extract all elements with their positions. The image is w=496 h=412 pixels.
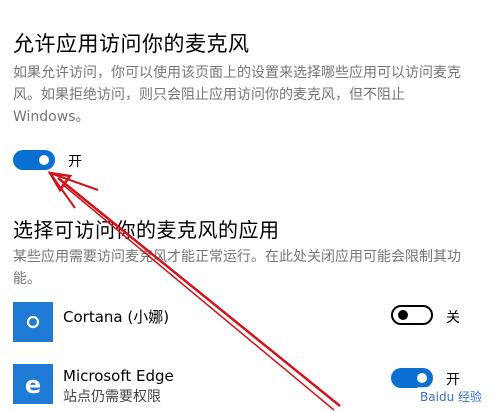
red-arrow-annotation <box>47 171 341 411</box>
baidu-watermark: Baidu 经验 <box>416 387 486 406</box>
